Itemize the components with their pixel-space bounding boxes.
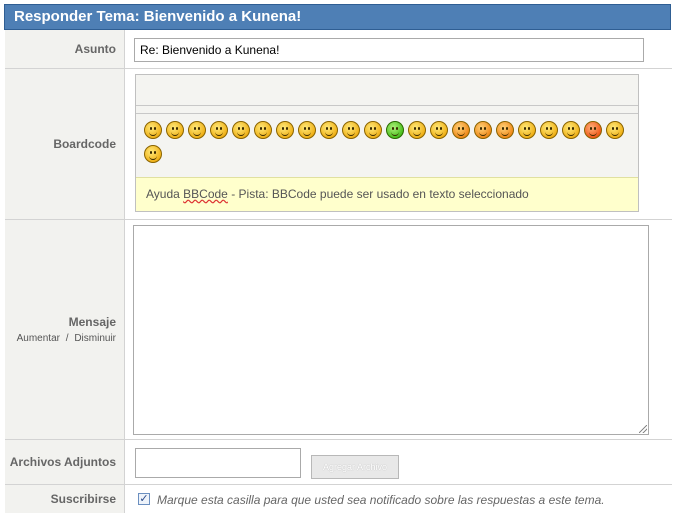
smiley-blink-icon[interactable] [430,121,448,139]
subject-row: Asunto Re: Bienvenido a Kunena! [5,30,672,69]
message-textarea[interactable] [133,225,649,435]
boardcode-row: Boardcode Ayuda BBCode - Pista: BBCode p… [5,69,672,220]
smiley-straight-face-icon[interactable] [540,121,558,139]
file-input[interactable] [135,448,301,478]
bbcode-help: Ayuda BBCode - Pista: BBCode puede ser u… [136,177,638,211]
smiley-smile-icon[interactable] [188,121,206,139]
message-row: Mensaje Aumentar / Disminuir [5,220,672,440]
smiley-bar [144,121,634,169]
message-label-cell: Mensaje Aumentar / Disminuir [5,220,125,439]
size-separator: / [65,333,69,344]
smiley-wink-icon[interactable] [232,121,250,139]
increase-size-link[interactable]: Aumentar [17,333,60,344]
smiley-dizzy-icon[interactable] [562,121,580,139]
smiley-cool-icon[interactable] [144,121,162,139]
reply-form: Responder Tema: Bienvenido a Kunena! Asu… [4,4,672,513]
smiley-sad-icon[interactable] [166,121,184,139]
toolbar-divider [136,113,638,114]
smiley-blush-icon[interactable] [474,121,492,139]
resize-grip-icon[interactable] [639,425,647,433]
smiley-love-icon[interactable] [606,121,624,139]
form-title: Responder Tema: Bienvenido a Kunena! [4,4,671,30]
decrease-size-link[interactable]: Disminuir [74,333,116,344]
subscribe-label: Suscribirse [5,485,125,513]
boardcode-label: Boardcode [5,69,125,219]
bbcode-toolbar[interactable] [136,75,638,106]
smiley-sick-icon[interactable] [386,121,404,139]
smiley-surprised-icon[interactable] [320,121,338,139]
add-file-button[interactable]: Agregar Archivo [311,455,399,479]
smiley-confused-icon[interactable] [342,121,360,139]
smiley-blush-icon[interactable] [452,121,470,139]
smiley-sleepy-icon[interactable] [408,121,426,139]
bbcode-help-link[interactable]: BBCode [183,187,228,201]
subscribe-text: Marque esta casilla para que usted sea n… [157,493,605,507]
subject-label: Asunto [5,30,125,68]
smiley-happy-icon[interactable] [210,121,228,139]
help-prefix: Ayuda [146,187,184,201]
smiley-angry-icon[interactable] [276,121,294,139]
smiley-oops-icon[interactable] [496,121,514,139]
subscribe-row: Suscribirse ✓ Marque esta casilla para q… [5,485,672,513]
smiley-grin-icon[interactable] [364,121,382,139]
subject-input[interactable]: Re: Bienvenido a Kunena! [134,38,644,62]
smiley-kiss-icon[interactable] [144,145,162,163]
attachments-row: Archivos Adjuntos Agregar Archivo [5,440,672,485]
subscribe-checkbox[interactable]: ✓ [138,493,150,505]
message-label: Mensaje [68,315,116,329]
attachments-label: Archivos Adjuntos [5,440,125,484]
bbcode-editor: Ayuda BBCode - Pista: BBCode puede ser u… [135,74,639,212]
smiley-tongue-icon[interactable] [254,121,272,139]
help-hint: - Pista: BBCode puede ser usado en texto… [227,187,529,201]
text-size-controls: Aumentar / Disminuir [17,333,116,344]
smiley-devil-icon[interactable] [584,121,602,139]
smiley-laugh-icon[interactable] [518,121,536,139]
smiley-shock-icon[interactable] [298,121,316,139]
